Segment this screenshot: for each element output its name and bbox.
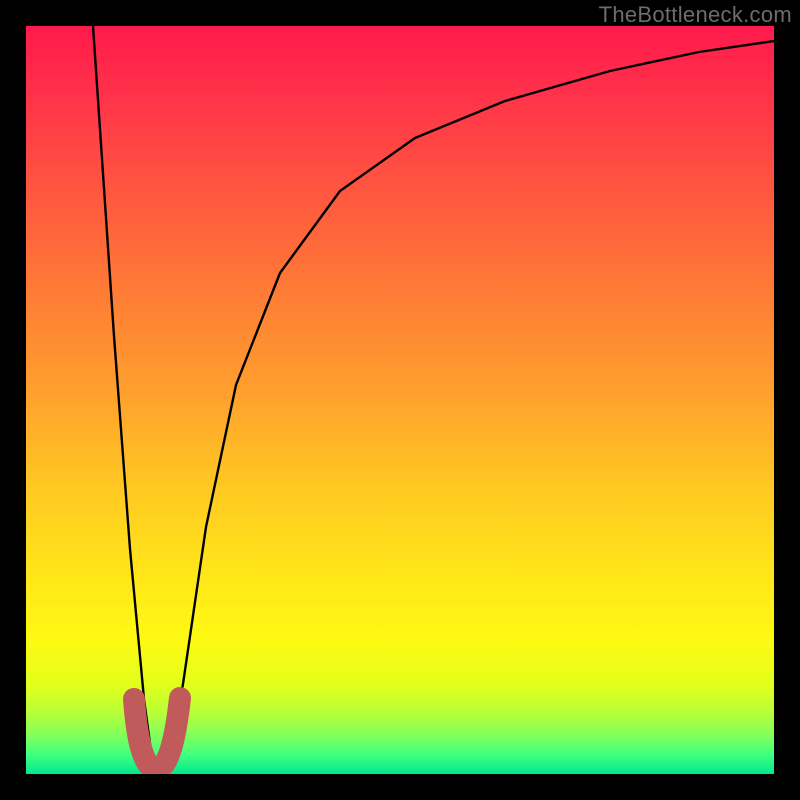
chart-frame: TheBottleneck.com xyxy=(0,0,800,800)
watermark-text: TheBottleneck.com xyxy=(599,2,792,28)
plot-area xyxy=(26,26,774,774)
gradient-background xyxy=(26,26,774,774)
